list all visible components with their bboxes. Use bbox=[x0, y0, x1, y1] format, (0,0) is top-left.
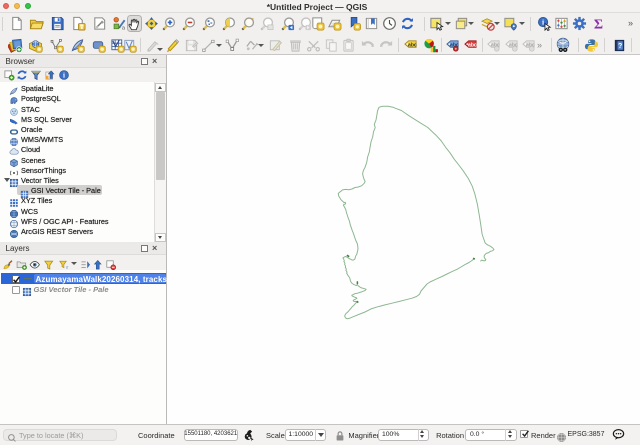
svg-text:abc: abc bbox=[468, 42, 477, 48]
svg-text:a: a bbox=[121, 26, 125, 31]
svg-text:i: i bbox=[542, 18, 544, 27]
svg-text:i: i bbox=[63, 71, 65, 79]
svg-text:Σ: Σ bbox=[594, 17, 603, 31]
svg-text:abc: abc bbox=[408, 42, 417, 48]
svg-text:?: ? bbox=[618, 42, 622, 49]
